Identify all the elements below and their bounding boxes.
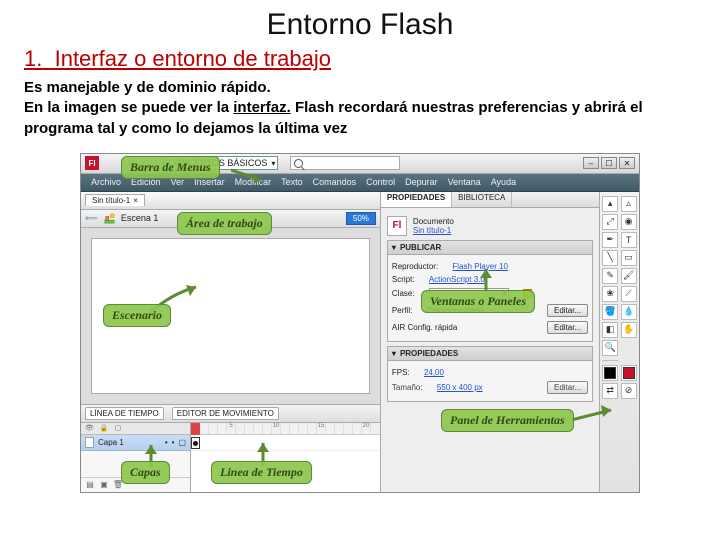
properties-panel: PROPIEDADES BIBLIOTECA Fl Documento Sin …	[380, 192, 599, 492]
body-paragraph-2: En la imagen se puede ver la interfaz. F…	[24, 98, 696, 139]
back-arrow-icon[interactable]: ⟸	[85, 213, 98, 224]
size-edit-button[interactable]: Editar...	[547, 381, 588, 394]
zoom-tool-icon[interactable]: 🔍	[602, 340, 618, 356]
fps-value[interactable]: 24,00	[424, 368, 444, 377]
edit-class-icon[interactable]	[523, 289, 532, 298]
close-tab-icon[interactable]: ×	[133, 196, 138, 205]
new-folder-icon[interactable]: ▣	[99, 479, 109, 489]
document-icon: Fl	[387, 216, 407, 236]
layer-row[interactable]: Capa 1 ••▢	[81, 435, 190, 451]
flash-screenshot: Fl CONCEPTOS BÁSICOS – ☐ ✕ Archivo Edici…	[80, 153, 640, 493]
scene-label[interactable]: Escena 1	[121, 213, 159, 223]
bone-tool-icon[interactable]: ⟋	[621, 286, 637, 302]
twisty-icon: ▾	[392, 349, 396, 358]
twisty-icon: ▾	[392, 243, 396, 252]
workspace-dropdown[interactable]: CONCEPTOS BÁSICOS	[163, 156, 278, 170]
body-paragraph-1: Es manejable y de dominio rápido.	[24, 78, 696, 98]
stage-size-link[interactable]: 550 x 400 px	[437, 383, 483, 392]
menu-texto[interactable]: Texto	[281, 177, 303, 187]
eyedropper-tool-icon[interactable]: 💧	[621, 304, 637, 320]
menu-ver[interactable]: Ver	[171, 177, 185, 187]
search-icon	[294, 159, 303, 168]
close-button[interactable]: ✕	[619, 157, 635, 169]
air-edit-button[interactable]: Editar...	[547, 321, 588, 334]
tools-panel: ▴ ▵ ⤢ ◉ ✒ T ╲ ▭ ✎ 🖌 ❀ ⟋ 🪣 💧 ◧ ✋ 🔍	[599, 192, 639, 492]
doc-name-link[interactable]: Sin título-1	[413, 226, 454, 235]
hand-tool-icon[interactable]: ✋	[621, 322, 637, 338]
menu-modificar[interactable]: Modificar	[235, 177, 272, 187]
timeline-panel: 👁🔒▢ Capa 1 ••▢ ▤ ▣ 🗑	[81, 422, 380, 492]
flash-logo-icon: Fl	[85, 156, 99, 170]
brush-tool-icon[interactable]: 🖌	[621, 268, 637, 284]
selection-tool-icon[interactable]: ▴	[602, 196, 618, 212]
maximize-button[interactable]: ☐	[601, 157, 617, 169]
menu-ventana[interactable]: Ventana	[448, 177, 481, 187]
search-box[interactable]	[290, 156, 400, 170]
keyframe-icon[interactable]	[191, 437, 200, 449]
tab-editor-movimiento[interactable]: EDITOR DE MOVIMIENTO	[172, 407, 279, 420]
title-bar: Fl CONCEPTOS BÁSICOS – ☐ ✕	[81, 154, 639, 174]
paint-bucket-tool-icon[interactable]: 🪣	[602, 304, 618, 320]
document-area: Sin título-1× ⟸ Escena 1 50% LÍNEA DE TI…	[81, 192, 380, 492]
stroke-color-swatch[interactable]	[602, 365, 618, 381]
slide-title: Entorno Flash	[24, 8, 696, 42]
section-publicar[interactable]: ▾PUBLICAR	[387, 240, 593, 255]
class-combo[interactable]	[429, 288, 509, 300]
player-link[interactable]: Flash Player 10	[452, 262, 508, 271]
no-color-icon[interactable]: ⊘	[621, 383, 637, 399]
document-tabs: Sin título-1×	[81, 192, 380, 210]
zoom-level[interactable]: 50%	[346, 212, 376, 225]
lasso-tool-icon[interactable]: ◉	[621, 214, 637, 230]
frames-area[interactable]: 15101520	[191, 423, 380, 492]
doc-type-label: Documento	[413, 217, 454, 226]
menu-control[interactable]: Control	[366, 177, 395, 187]
layer-icon	[85, 437, 94, 448]
minimize-button[interactable]: –	[583, 157, 599, 169]
menu-comandos[interactable]: Comandos	[313, 177, 357, 187]
stage-work-area	[81, 228, 380, 404]
delete-layer-icon[interactable]: 🗑	[113, 479, 123, 489]
stage[interactable]	[91, 238, 370, 394]
subselection-tool-icon[interactable]: ▵	[621, 196, 637, 212]
layer-tools: ▤ ▣ 🗑	[81, 477, 190, 491]
scene-bar: ⟸ Escena 1 50%	[81, 210, 380, 228]
section-heading: 1. Interfaz o entorno de trabajo	[24, 46, 696, 72]
eraser-tool-icon[interactable]: ◧	[602, 322, 618, 338]
rectangle-tool-icon[interactable]: ▭	[621, 250, 637, 266]
document-tab[interactable]: Sin título-1×	[85, 194, 145, 206]
tab-biblioteca[interactable]: BIBLIOTECA	[452, 192, 512, 207]
timeline-panel-tabs: LÍNEA DE TIEMPO EDITOR DE MOVIMIENTO	[81, 404, 380, 422]
profile-edit-button[interactable]: Editar...	[547, 304, 588, 317]
menu-depurar[interactable]: Depurar	[405, 177, 438, 187]
pencil-tool-icon[interactable]: ✎	[602, 268, 618, 284]
tab-linea-de-tiempo[interactable]: LÍNEA DE TIEMPO	[85, 407, 164, 420]
menu-bar: Archivo Edición Ver Insertar Modificar T…	[81, 174, 639, 192]
menu-archivo[interactable]: Archivo	[91, 177, 121, 187]
tab-propiedades[interactable]: PROPIEDADES	[381, 192, 452, 207]
pen-tool-icon[interactable]: ✒	[602, 232, 618, 248]
layer-list: 👁🔒▢ Capa 1 ••▢ ▤ ▣ 🗑	[81, 423, 191, 492]
menu-edicion[interactable]: Edición	[131, 177, 161, 187]
free-transform-tool-icon[interactable]: ⤢	[602, 214, 618, 230]
swap-colors-icon[interactable]: ⇄	[602, 383, 618, 399]
line-tool-icon[interactable]: ╲	[602, 250, 618, 266]
scene-icon	[104, 213, 115, 224]
deco-tool-icon[interactable]: ❀	[602, 286, 618, 302]
text-tool-icon[interactable]: T	[621, 232, 637, 248]
section-propiedades[interactable]: ▾PROPIEDADES	[387, 346, 593, 361]
new-layer-icon[interactable]: ▤	[85, 479, 95, 489]
script-link[interactable]: ActionScript 3.0	[429, 275, 485, 284]
menu-insertar[interactable]: Insertar	[194, 177, 225, 187]
playhead-icon[interactable]	[191, 423, 200, 435]
menu-ayuda[interactable]: Ayuda	[491, 177, 516, 187]
fill-color-swatch[interactable]	[621, 365, 637, 381]
